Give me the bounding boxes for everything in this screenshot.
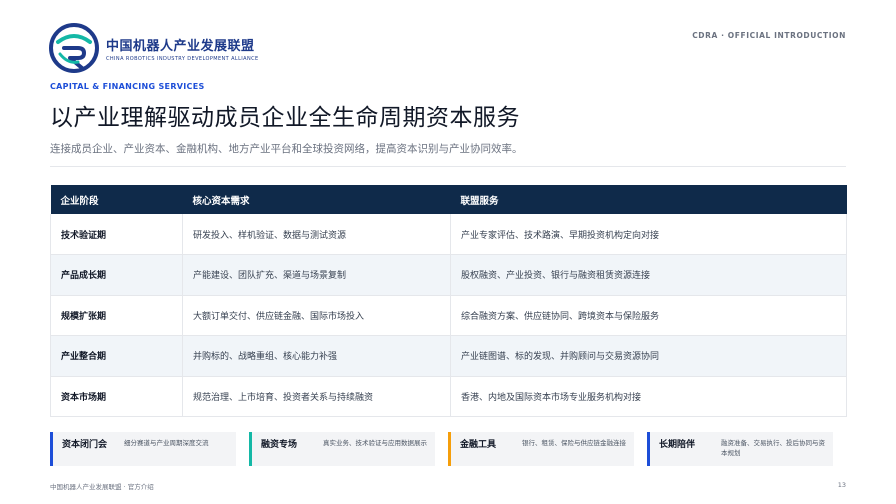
column-header-service: 联盟服务	[450, 185, 847, 214]
table-row: 资本市场期 规范治理、上市培育、投资者关系与持续融资 香港、内地及国际资本市场专…	[50, 376, 847, 417]
card-description: 银行、租赁、保险与供应链金融连接	[522, 439, 626, 447]
table-row: 产业整合期 并购标的、战略重组、核心能力补强 产业链图谱、标的发现、并购顾问与交…	[50, 335, 847, 377]
card-title: 长期陪伴	[659, 440, 696, 450]
stage-cell: 产业整合期	[50, 335, 183, 377]
service-cards: 资本闭门会 细分赛道与产业周期深度交流 融资专场 真实业务、技术验证与应用数据展…	[50, 432, 862, 466]
service-cell: 产业专家评估、技术路演、早期投资机构定向对接	[450, 214, 847, 255]
table-row: 规模扩张期 大额订单交付、供应链金融、国际市场投入 综合融资方案、供应链协同、跨…	[50, 295, 847, 336]
card-description: 融资准备、交易执行、投后协同与资本规划	[721, 439, 825, 457]
footer-label: 中国机器人产业发展联盟 · 官方介绍	[50, 483, 154, 491]
divider	[50, 166, 846, 167]
service-card: 融资专场 真实业务、技术验证与应用数据展示	[249, 432, 435, 466]
capital-stage-table: 企业阶段 核心资本需求 联盟服务 技术验证期 研发投入、样机验证、数据与测试资源…	[50, 185, 847, 417]
table-header-row: 企业阶段 核心资本需求 联盟服务	[50, 185, 847, 214]
need-cell: 产能建设、团队扩充、渠道与场景复制	[182, 254, 451, 296]
stage-cell: 技术验证期	[50, 214, 183, 255]
service-card: 资本闭门会 细分赛道与产业周期深度交流	[50, 432, 236, 466]
service-card: 金融工具 银行、租赁、保险与供应链金融连接	[448, 432, 634, 466]
table-row: 产品成长期 产能建设、团队扩充、渠道与场景复制 股权融资、产业投资、银行与融资租…	[50, 254, 847, 296]
logo-name-cn: 中国机器人产业发展联盟	[106, 38, 255, 54]
alliance-logo: 中国机器人产业发展联盟 CHINA ROBOTICS INDUSTRY DEVE…	[48, 22, 260, 74]
logo-name-en: CHINA ROBOTICS INDUSTRY DEVELOPMENT ALLI…	[106, 55, 259, 62]
column-header-need: 核心资本需求	[182, 185, 451, 214]
page-number: 13	[837, 481, 846, 489]
column-header-stage: 企业阶段	[50, 185, 183, 214]
stage-cell: 规模扩张期	[50, 295, 183, 336]
need-cell: 并购标的、战略重组、核心能力补强	[182, 335, 451, 377]
need-cell: 研发投入、样机验证、数据与测试资源	[182, 214, 451, 255]
card-title: 资本闭门会	[62, 440, 108, 450]
table-row: 技术验证期 研发投入、样机验证、数据与测试资源 产业专家评估、技术路演、早期投资…	[50, 214, 847, 255]
service-card: 长期陪伴 融资准备、交易执行、投后协同与资本规划	[647, 432, 833, 466]
cr-ring-logo-icon	[49, 23, 99, 73]
service-cell: 综合融资方案、供应链协同、跨境资本与保险服务	[450, 295, 847, 336]
header-section-label: CDRA · OFFICIAL INTRODUCTION	[692, 31, 846, 40]
card-title: 金融工具	[460, 440, 497, 450]
card-description: 细分赛道与产业周期深度交流	[124, 439, 209, 447]
service-cell: 股权融资、产业投资、银行与融资租赁资源连接	[450, 254, 847, 296]
card-title: 融资专场	[261, 440, 298, 450]
page-title: 以产业理解驱动成员企业全生命周期资本服务	[50, 105, 520, 131]
stage-cell: 产品成长期	[50, 254, 183, 296]
card-description: 真实业务、技术验证与应用数据展示	[323, 439, 427, 447]
section-eyebrow: CAPITAL & FINANCING SERVICES	[50, 82, 205, 91]
need-cell: 规范治理、上市培育、投资者关系与持续融资	[182, 376, 451, 417]
service-cell: 香港、内地及国际资本市场专业服务机构对接	[450, 376, 847, 417]
service-cell: 产业链图谱、标的发现、并购顾问与交易资源协同	[450, 335, 847, 377]
need-cell: 大额订单交付、供应链金融、国际市场投入	[182, 295, 451, 336]
page-subtitle: 连接成员企业、产业资本、金融机构、地方产业平台和全球投资网络，提高资本识别与产业…	[50, 143, 523, 155]
stage-cell: 资本市场期	[50, 376, 183, 417]
